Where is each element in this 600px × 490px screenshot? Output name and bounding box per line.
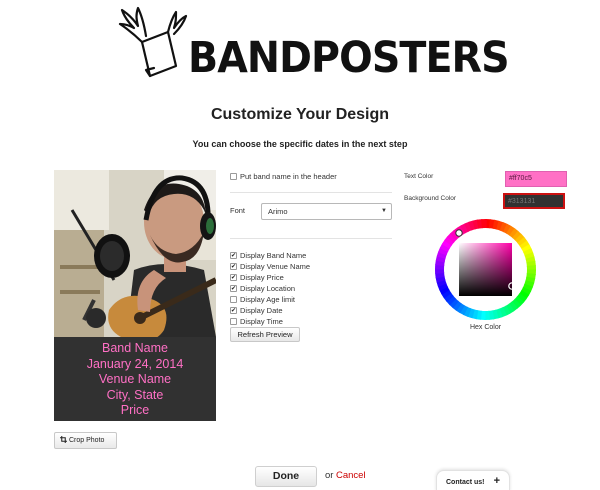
- display-option-label: Display Time: [240, 317, 283, 326]
- display-option-label: Display Date: [240, 306, 283, 315]
- display-venue-name-checkbox[interactable]: ✔: [230, 263, 237, 270]
- poster-line-band-name: Band Name: [101, 341, 168, 355]
- chevron-down-icon: ▼: [381, 208, 387, 214]
- header-band-name-checkbox[interactable]: [230, 173, 237, 180]
- display-location-checkbox[interactable]: ✔: [230, 285, 237, 292]
- crop-photo-button[interactable]: Crop Photo: [54, 432, 117, 449]
- or-text: or: [325, 470, 334, 481]
- cancel-link[interactable]: Cancel: [336, 470, 366, 481]
- display-option-age-limit[interactable]: Display Age limit: [230, 295, 295, 304]
- display-date-checkbox[interactable]: ✔: [230, 307, 237, 314]
- logo[interactable]: BANDPOSTERS: [116, 6, 510, 83]
- display-band-name-checkbox[interactable]: ✔: [230, 252, 237, 259]
- display-option-label: Display Age limit: [240, 295, 296, 304]
- done-button[interactable]: Done: [255, 466, 317, 487]
- brand-name: BANDPOSTERS: [188, 33, 510, 83]
- header-band-name-label: Put band name in the header: [240, 172, 337, 181]
- display-option-time[interactable]: Display Time: [230, 317, 283, 326]
- display-time-checkbox[interactable]: [230, 318, 237, 325]
- display-option-price[interactable]: ✔ Display Price: [230, 273, 284, 282]
- musician-photo: [54, 170, 216, 337]
- color-picker[interactable]: [433, 217, 538, 322]
- font-select[interactable]: Arimo ▼: [261, 203, 392, 220]
- winged-poster-icon: [118, 6, 188, 78]
- poster-line-date: January 24, 2014: [86, 356, 184, 371]
- background-color-label: Background Color: [404, 195, 457, 202]
- display-option-label: Display Band Name: [240, 251, 307, 260]
- poster-line-venue-name: Venue Name: [98, 372, 172, 386]
- divider: [230, 192, 392, 193]
- text-color-input[interactable]: #ff70c5: [505, 171, 567, 187]
- crop-icon: [60, 436, 67, 443]
- display-option-label: Display Price: [240, 273, 284, 282]
- poster-preview: Band Name January 24, 2014 Venue Name Ci…: [54, 170, 216, 421]
- contact-us-tab[interactable]: Contact us! +: [436, 470, 510, 490]
- page-subtitle: You can choose the specific dates in the…: [192, 139, 408, 149]
- plus-icon: +: [493, 475, 500, 487]
- header-band-name-option[interactable]: Put band name in the header: [230, 172, 337, 181]
- background-color-input[interactable]: #313131: [503, 193, 565, 209]
- crop-photo-label: Crop Photo: [69, 437, 105, 444]
- divider: [230, 238, 392, 239]
- display-age-limit-checkbox[interactable]: [230, 296, 237, 303]
- text-color-label: Text Color: [404, 173, 434, 180]
- display-option-label: Display Location: [240, 284, 296, 293]
- poster-text: Band Name January 24, 2014 Venue Name Ci…: [54, 341, 216, 419]
- page-title: Customize Your Design: [210, 106, 390, 123]
- value-overlay: [459, 243, 512, 296]
- display-option-date[interactable]: ✔ Display Date: [230, 306, 283, 315]
- refresh-preview-button[interactable]: Refresh Preview: [230, 327, 300, 342]
- display-option-band-name[interactable]: ✔ Display Band Name: [230, 251, 306, 260]
- poster-line-location: City, State: [106, 387, 164, 402]
- display-option-label: Display Venue Name: [240, 262, 311, 271]
- font-label: Font: [230, 206, 246, 215]
- display-option-location[interactable]: ✔ Display Location: [230, 284, 295, 293]
- display-price-checkbox[interactable]: ✔: [230, 274, 237, 281]
- contact-us-label: Contact us!: [446, 479, 485, 486]
- hex-color-label: Hex Color: [469, 324, 502, 331]
- display-option-venue-name[interactable]: ✔ Display Venue Name: [230, 262, 310, 271]
- poster-line-price: Price: [120, 403, 150, 417]
- font-select-value: Arimo: [268, 207, 288, 216]
- hue-handle[interactable]: [455, 229, 463, 237]
